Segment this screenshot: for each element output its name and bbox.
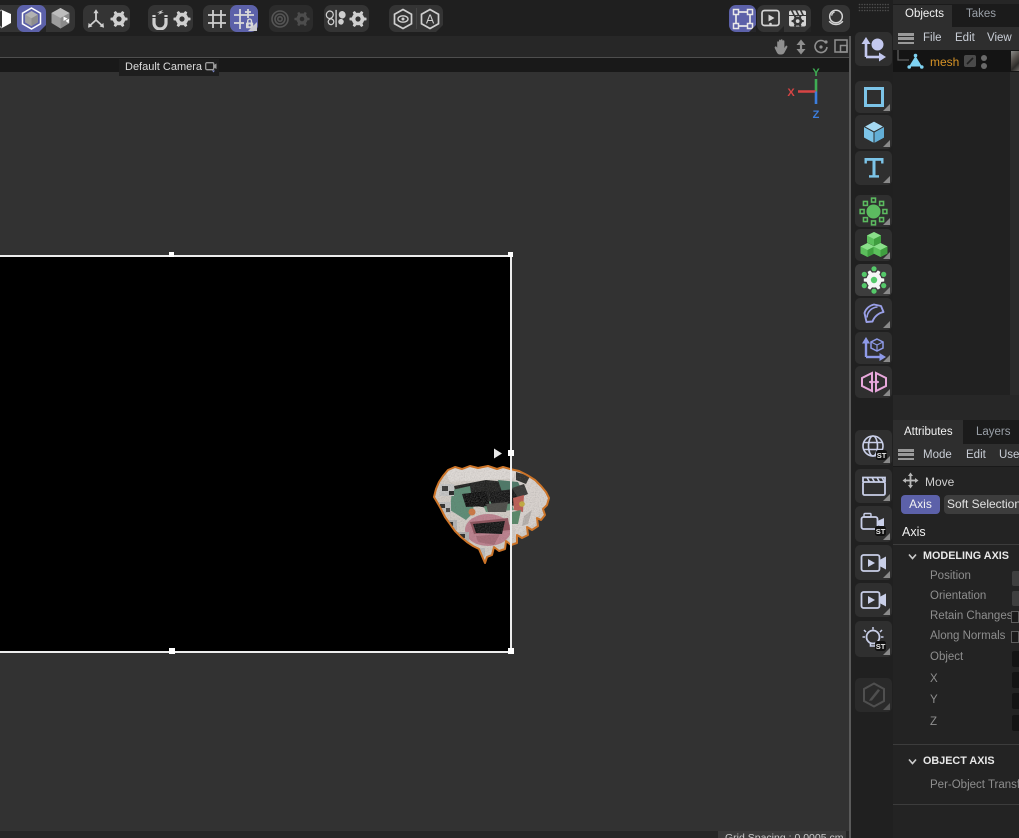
svg-text:Z: Z (813, 109, 820, 121)
svg-text:Y: Y (812, 67, 820, 79)
svg-text:X: X (787, 87, 795, 99)
svg-text:A: A (425, 12, 434, 26)
